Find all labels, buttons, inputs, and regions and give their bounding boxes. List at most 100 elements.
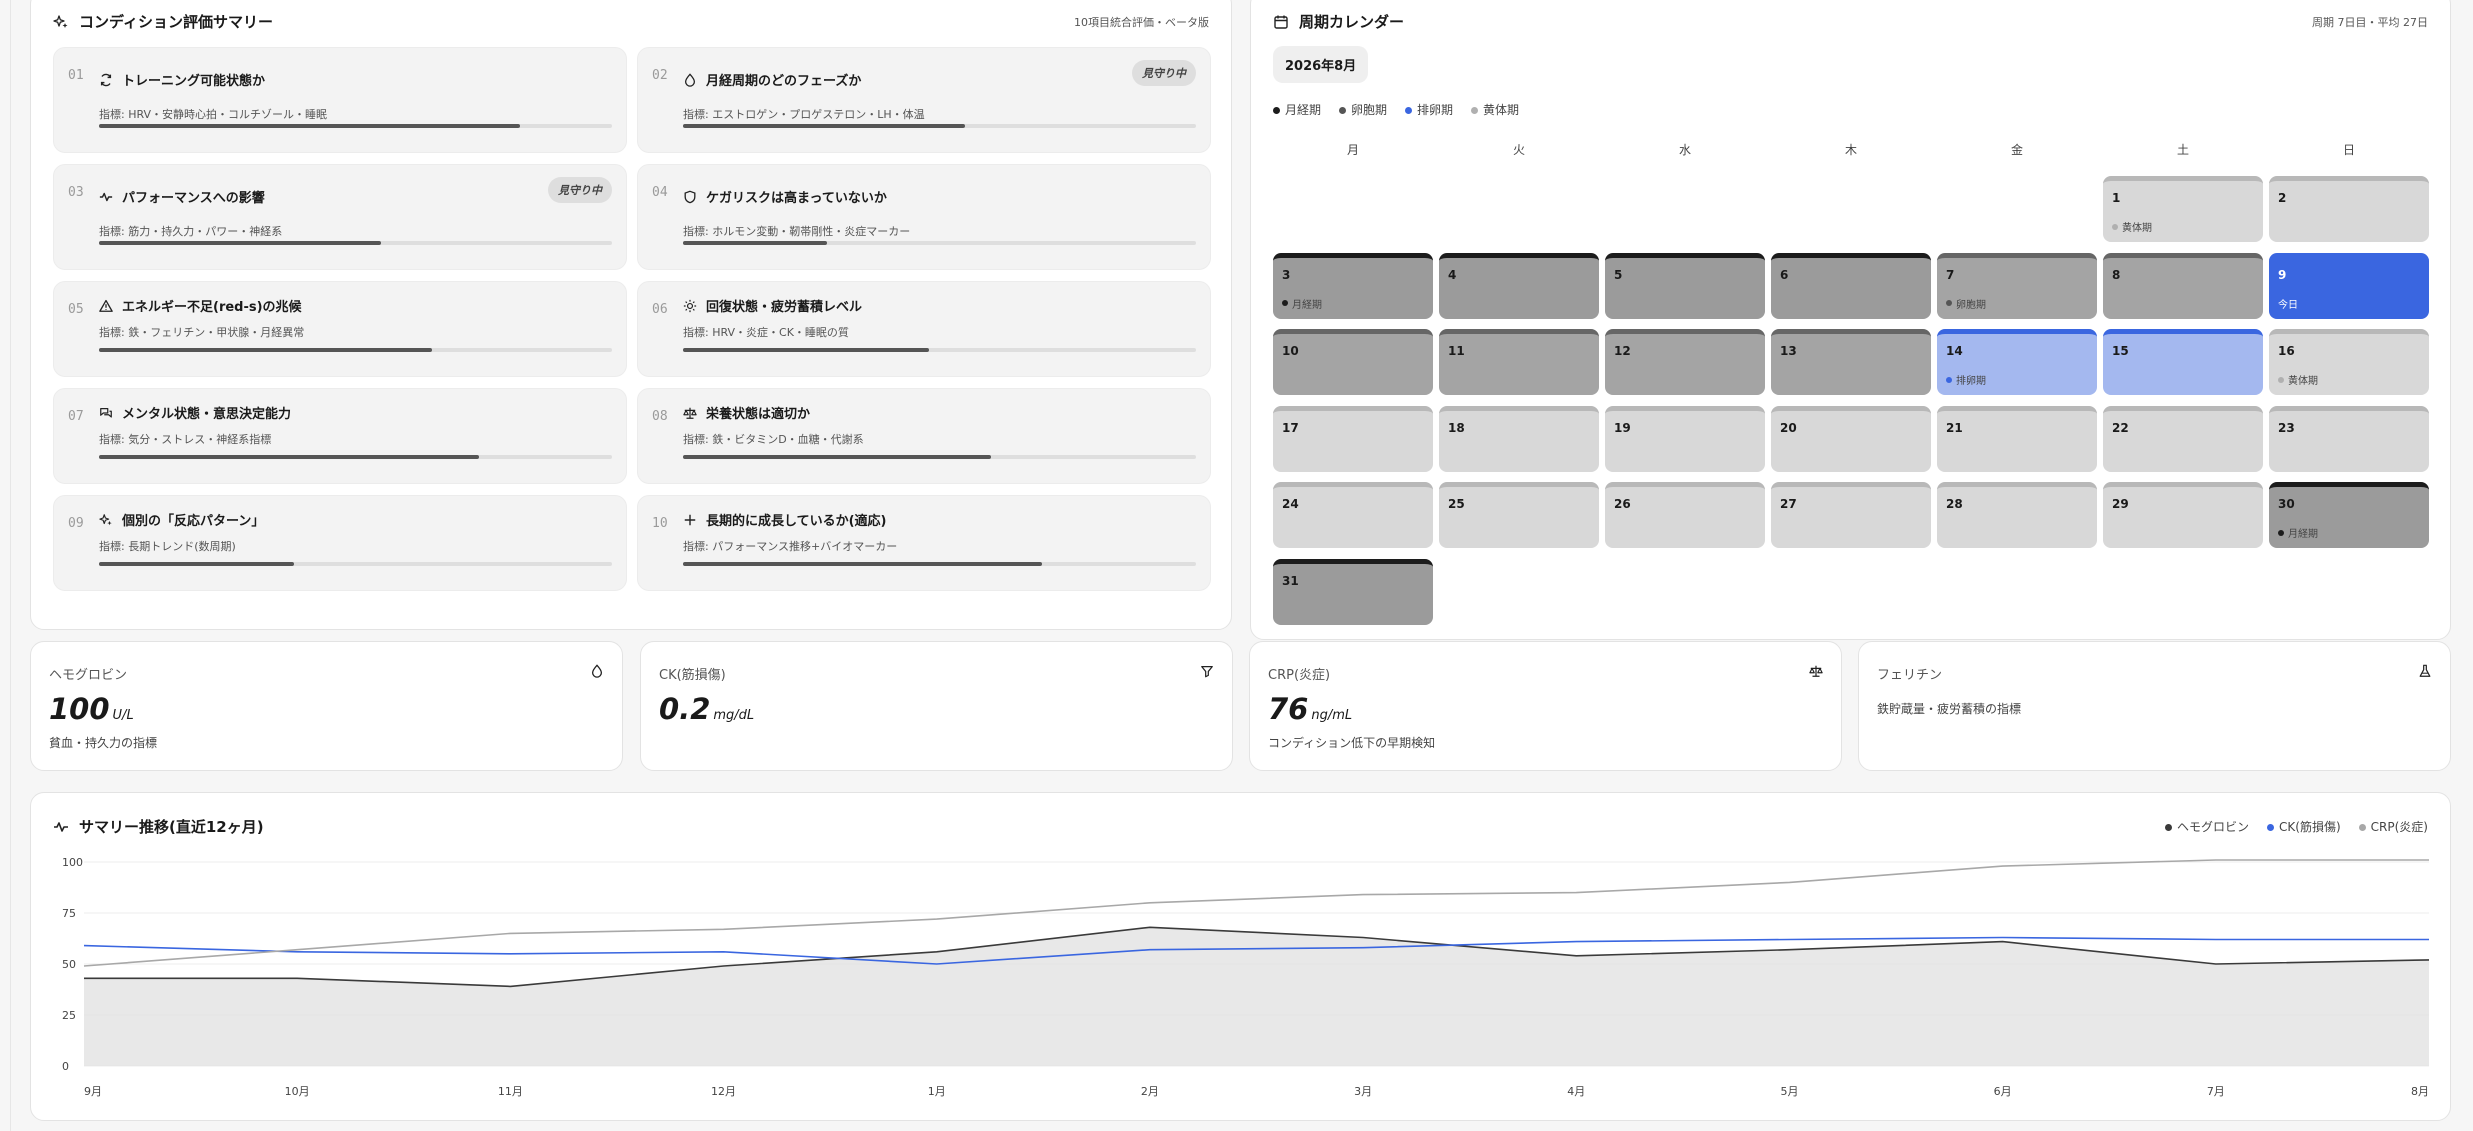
calendar-day[interactable]: 27: [1771, 482, 1931, 548]
calendar-day[interactable]: 3 月経期: [1273, 252, 1433, 319]
summary-title-text: コンディション評価サマリー: [79, 13, 273, 31]
calendar-day[interactable]: 2: [2269, 176, 2429, 242]
summary-item[interactable]: 05 エネルギー不足(red-s)の兆候 指標: 鉄・フェリチン・甲状腺・月経異常: [53, 281, 627, 377]
shield-icon: [683, 190, 697, 204]
weekday-label: 火: [1512, 143, 1525, 157]
summary-item[interactable]: 06 回復状態・疲労蓄積レベル 指標: HRV・炎症・CK・睡眠の質: [637, 281, 1211, 377]
calendar-day[interactable]: 9 今日: [2269, 252, 2429, 319]
legend-label: 月経期: [1285, 103, 1322, 117]
calendar-day[interactable]: 20: [1771, 405, 1931, 472]
day-number: 18: [1448, 420, 1465, 435]
calendar-day[interactable]: 24: [1273, 482, 1433, 548]
calendar-day[interactable]: 16 黄体期: [2269, 329, 2429, 395]
summary-item[interactable]: 01 トレーニング可能状態か 指標: HRV・安静時心拍・コルチゾール・睡眠: [53, 47, 627, 153]
phase-dot: [2278, 376, 2284, 383]
day-number: 2: [2278, 191, 2287, 205]
progress-track: [99, 348, 612, 352]
progress-fill: [683, 562, 1043, 566]
day-number: 16: [2278, 344, 2295, 358]
calendar-day[interactable]: 5: [1605, 252, 1765, 319]
phase-dot: [1946, 300, 1952, 306]
calendar-day[interactable]: 11: [1439, 329, 1599, 395]
item-title-text: 個別の「反応パターン」: [122, 514, 265, 529]
day-number: 5: [1614, 267, 1623, 282]
item-title: トレーニング可能状態か: [99, 70, 265, 89]
progress-fill: [99, 455, 479, 459]
calendar-day[interactable]: 29: [2103, 482, 2263, 548]
calendar-day[interactable]: 21: [1937, 405, 2097, 472]
filter-icon: [1200, 664, 1214, 678]
item-title-text: ケガリスクは高まっていないか: [706, 191, 887, 206]
phase-dot: [2112, 223, 2118, 230]
day-number: 27: [1780, 497, 1797, 511]
refresh-icon: [99, 73, 113, 87]
metric-number: 0.2: [659, 692, 711, 726]
item-title-text: 回復状態・疲労蓄積レベル: [706, 300, 863, 315]
progress-fill: [99, 124, 520, 128]
summary-item[interactable]: 10 長期的に成長しているか(適応) 指標: パフォーマンス推移+バイオマーカー: [637, 495, 1211, 591]
y-tick-label: 100: [62, 856, 83, 869]
item-title: 長期的に成長しているか(適応): [683, 510, 887, 529]
calendar-day[interactable]: 10: [1273, 329, 1433, 395]
item-indicator: 指標: 鉄・ビタミンD・血糖・代謝系: [683, 433, 864, 446]
calendar-day[interactable]: 12: [1605, 329, 1765, 395]
calendar-day[interactable]: 4: [1439, 252, 1599, 319]
calendar-day[interactable]: 22: [2103, 405, 2263, 472]
day-number: 14: [1946, 344, 1963, 358]
weekday-label: 金: [2010, 143, 2023, 157]
progress-fill: [683, 455, 991, 459]
calendar-day[interactable]: 14 排卵期: [1937, 329, 2097, 395]
summary-item[interactable]: 04 ケガリスクは高まっていないか 指標: ホルモン変動・靭帯剛性・炎症マーカー: [637, 164, 1211, 270]
calendar-day[interactable]: 7 卵胞期: [1937, 252, 2097, 319]
item-title-text: メンタル状態・意思決定能力: [122, 407, 292, 422]
calendar-day[interactable]: 8: [2103, 252, 2263, 319]
summary-item-grid: 01 トレーニング可能状態か 指標: HRV・安静時心拍・コルチゾール・睡眠 02 月経…: [53, 47, 1211, 591]
summary-item[interactable]: 02 月経周期のどのフェーズか 指標: エストロゲン・プロゲステロン・LH・体温 見守…: [637, 47, 1211, 153]
metric-unit: ng/mL: [1311, 708, 1353, 723]
dashboard-root: コンディション評価サマリー 10項目統合評価・ベータ版 01 トレーニング可能状態…: [0, 0, 2473, 1131]
legend-label: 卵胞期: [1351, 103, 1388, 117]
item-title: パフォーマンスへの影響: [99, 187, 265, 206]
scale-icon: [1809, 664, 1823, 678]
legend-dot: [1273, 107, 1280, 114]
summary-item[interactable]: 07 メンタル状態・意思決定能力 指標: 気分・ストレス・神経系指標: [53, 388, 627, 484]
summary-item[interactable]: 09 個別の「反応パターン」 指標: 長期トレンド(数周期): [53, 495, 627, 591]
summary-item[interactable]: 08 栄養状態は適切か 指標: 鉄・ビタミンD・血糖・代謝系: [637, 388, 1211, 484]
droplet-icon: [590, 664, 604, 678]
calendar-day[interactable]: 26: [1605, 482, 1765, 548]
calendar-day[interactable]: 1 黄体期: [2103, 176, 2263, 242]
calendar-day[interactable]: 23: [2269, 405, 2429, 472]
calendar-day[interactable]: 30 月経期: [2269, 482, 2429, 548]
flask-icon: [2418, 664, 2432, 678]
legend-label: 黄体期: [1483, 103, 1520, 117]
phase-dot: [1946, 376, 1952, 383]
metric-label: CRP(炎症): [1268, 668, 1331, 683]
day-number: 4: [1448, 267, 1457, 282]
metric-card: CK(筋損傷) 0.2 mg/dL: [640, 641, 1233, 771]
day-number: 13: [1780, 344, 1797, 358]
calendar-day[interactable]: 19: [1605, 405, 1765, 472]
metric-label: フェリチン: [1877, 668, 1943, 683]
progress-fill: [99, 562, 294, 566]
progress-track: [99, 562, 612, 566]
metric-number: 100: [49, 692, 110, 726]
calendar-day[interactable]: 15: [2103, 329, 2263, 395]
calendar-day[interactable]: 31: [1273, 558, 1433, 625]
phase-tag: 黄体期: [2112, 219, 2152, 234]
calendar-day[interactable]: 6: [1771, 252, 1931, 319]
month-selector[interactable]: 2026年8月: [1273, 46, 1369, 83]
day-number: 7: [1946, 267, 1955, 282]
legend-item: 黄体期: [1471, 101, 1519, 118]
summary-item[interactable]: 03 パフォーマンスへの影響 指標: 筋力・持久力・パワー・神経系 見守り中: [53, 164, 627, 270]
sun-icon: [683, 299, 697, 313]
condition-summary-card: コンディション評価サマリー 10項目統合評価・ベータ版 01 トレーニング可能状態…: [30, 0, 1232, 630]
calendar-day[interactable]: 28: [1937, 482, 2097, 548]
calendar-day[interactable]: 13: [1771, 329, 1931, 395]
progress-track: [99, 241, 612, 245]
calendar-day[interactable]: 18: [1439, 405, 1599, 472]
item-indicator: 指標: 筋力・持久力・パワー・神経系: [99, 225, 283, 238]
item-title-text: パフォーマンスへの影響: [122, 191, 265, 206]
calendar-day[interactable]: 17: [1273, 405, 1433, 472]
calendar-day[interactable]: 25: [1439, 482, 1599, 548]
metric-description: 貧血・持久力の指標: [49, 736, 158, 750]
